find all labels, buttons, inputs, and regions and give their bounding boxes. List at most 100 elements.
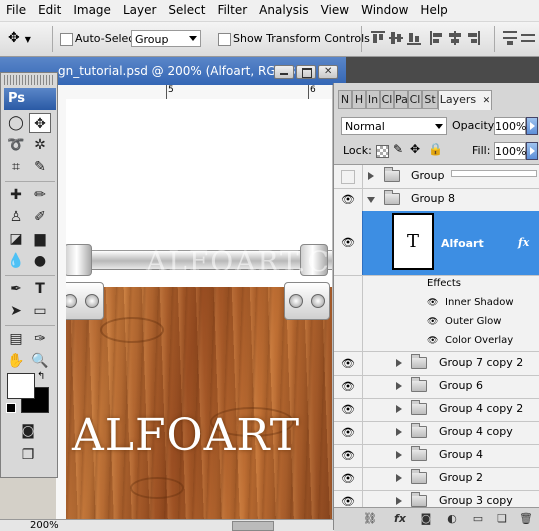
clone-stamp-tool-icon[interactable]: ♙	[5, 207, 27, 227]
opacity-slider-button[interactable]	[526, 117, 538, 135]
opacity-input[interactable]: 100%	[494, 117, 526, 135]
tab-styles[interactable]: St	[422, 90, 438, 109]
type-tool-icon[interactable]: T	[29, 279, 51, 299]
eye-icon[interactable]: 👁	[338, 471, 358, 486]
lock-transparency-icon[interactable]	[376, 145, 389, 158]
menu-layer[interactable]: Layer	[117, 0, 162, 21]
align-top-icon[interactable]	[371, 31, 385, 45]
adjustment-layer-icon[interactable]: ◐	[444, 512, 460, 526]
move-tool-icon[interactable]: ✥	[29, 113, 51, 133]
eye-icon[interactable]: 👁	[338, 402, 358, 417]
expand-triangle-icon[interactable]	[396, 474, 402, 482]
new-layer-icon[interactable]: ❏	[494, 512, 510, 526]
pen-tool-icon[interactable]: ✒	[5, 279, 27, 299]
fx-badge[interactable]: fx	[518, 236, 529, 249]
zoom-level[interactable]: 200%	[30, 520, 59, 531]
lasso-tool-icon[interactable]: ➰	[5, 135, 27, 155]
expand-triangle-icon[interactable]	[396, 428, 402, 436]
eye-icon[interactable]: 👁	[338, 192, 358, 207]
effect-row-color-overlay[interactable]: 👁 Color Overlay	[334, 332, 539, 352]
swap-colors-icon[interactable]: ↰	[37, 371, 45, 382]
zoom-tool-icon[interactable]: 🔍	[29, 351, 51, 371]
add-layer-style-icon[interactable]: fx	[392, 512, 408, 526]
eye-icon[interactable]: 👁	[338, 356, 358, 371]
layer-row-group-8[interactable]: 👁 Group 8	[334, 188, 539, 212]
link-layers-icon[interactable]: ⛓	[362, 512, 378, 526]
screen-mode-icon[interactable]: ❐	[17, 445, 39, 465]
eye-icon[interactable]: 👁	[338, 494, 358, 508]
tab-info[interactable]: In	[366, 90, 380, 109]
layer-row-group[interactable]: Group	[334, 165, 539, 189]
eye-icon[interactable]: 👁	[427, 335, 439, 347]
eyedropper-tool-icon[interactable]: ✎	[29, 157, 51, 177]
path-selection-tool-icon[interactable]: ➤	[5, 301, 27, 321]
history-brush-tool-icon[interactable]: ✐	[29, 207, 51, 227]
layer-row-group-4-copy-2[interactable]: 👁 Group 4 copy 2	[334, 398, 539, 422]
align-bottom-icon[interactable]	[407, 31, 421, 45]
blur-tool-icon[interactable]: 💧	[5, 251, 27, 271]
expand-triangle-icon[interactable]	[368, 172, 374, 180]
dodge-tool-icon[interactable]: ●	[29, 251, 51, 271]
expand-triangle-icon[interactable]	[396, 497, 402, 505]
menu-select[interactable]: Select	[162, 0, 211, 21]
expand-triangle-icon[interactable]	[396, 405, 402, 413]
new-group-icon[interactable]: ▭	[470, 512, 486, 526]
move-tool-preset-picker[interactable]: ✥ ▼	[8, 30, 42, 48]
color-sampler-tool-icon[interactable]: ✑	[29, 329, 51, 349]
lock-all-icon[interactable]: 🔒	[428, 142, 443, 156]
align-vertical-center-icon[interactable]	[389, 31, 403, 45]
menu-view[interactable]: View	[315, 0, 355, 21]
menu-file[interactable]: File	[0, 0, 32, 21]
expand-triangle-icon[interactable]	[396, 382, 402, 390]
menu-filter[interactable]: Filter	[211, 0, 253, 21]
eraser-tool-icon[interactable]: ◪	[5, 229, 27, 249]
menu-edit[interactable]: Edit	[32, 0, 67, 21]
align-left-icon[interactable]	[430, 31, 444, 45]
fill-input[interactable]: 100%	[494, 142, 526, 160]
tab-navigator[interactable]: N	[338, 90, 352, 109]
eye-icon[interactable]: 👁	[427, 316, 439, 328]
gradient-tool-icon[interactable]: ▆	[29, 229, 51, 249]
eye-icon[interactable]: 👁	[338, 448, 358, 463]
quick-mask-icon[interactable]: ◙	[17, 421, 39, 441]
layer-row-group-3-copy[interactable]: 👁 Group 3 copy	[334, 490, 539, 508]
minimize-button[interactable]	[274, 65, 294, 79]
eye-icon[interactable]: 👁	[427, 297, 439, 309]
eye-icon[interactable]: 👁	[338, 379, 358, 394]
align-horizontal-center-icon[interactable]	[448, 31, 462, 45]
healing-brush-tool-icon[interactable]: ✚	[5, 185, 27, 205]
hand-tool-icon[interactable]: ✋	[5, 351, 27, 371]
maximize-button[interactable]	[296, 65, 316, 79]
expand-triangle-icon[interactable]	[396, 451, 402, 459]
menu-image[interactable]: Image	[67, 0, 117, 21]
effects-row[interactable]: Effects	[334, 275, 539, 294]
shape-tool-icon[interactable]: ▭	[29, 301, 51, 321]
auto-select-checkbox[interactable]	[60, 33, 73, 46]
text-layer-thumbnail[interactable]: T	[392, 213, 434, 270]
visibility-toggle[interactable]	[341, 170, 355, 184]
horizontal-ruler[interactable]: 5 6	[56, 85, 332, 100]
marquee-tool-icon[interactable]: ◯	[5, 113, 27, 133]
default-colors-icon[interactable]	[6, 403, 16, 413]
close-button[interactable]: ✕	[318, 65, 338, 79]
notes-tool-icon[interactable]: ▤	[5, 329, 27, 349]
show-transform-checkbox[interactable]	[218, 33, 231, 46]
auto-select-dropdown[interactable]: Group	[131, 30, 201, 47]
tab-layers[interactable]: Layers ✕	[438, 90, 492, 110]
distribute-center-icon[interactable]	[521, 31, 535, 45]
image-canvas[interactable]: ALFOART.COM ALFOART	[66, 99, 332, 519]
eye-icon[interactable]: 👁	[338, 235, 358, 250]
tab-paths[interactable]: Pa	[394, 90, 408, 109]
lock-position-icon[interactable]: ✥	[410, 142, 420, 156]
add-mask-icon[interactable]: ◙	[418, 512, 434, 526]
brush-tool-icon[interactable]: ✏	[29, 185, 51, 205]
blend-mode-dropdown[interactable]: Normal	[341, 117, 447, 135]
crop-tool-icon[interactable]: ⌗	[5, 157, 27, 177]
layer-row-group-7-copy-2[interactable]: 👁 Group 7 copy 2	[334, 352, 539, 376]
menu-window[interactable]: Window	[355, 0, 414, 21]
align-right-icon[interactable]	[466, 31, 480, 45]
menu-analysis[interactable]: Analysis	[253, 0, 314, 21]
layer-row-group-4[interactable]: 👁 Group 4	[334, 444, 539, 468]
fill-slider-button[interactable]	[526, 142, 538, 160]
effect-row-outer-glow[interactable]: 👁 Outer Glow	[334, 313, 539, 332]
